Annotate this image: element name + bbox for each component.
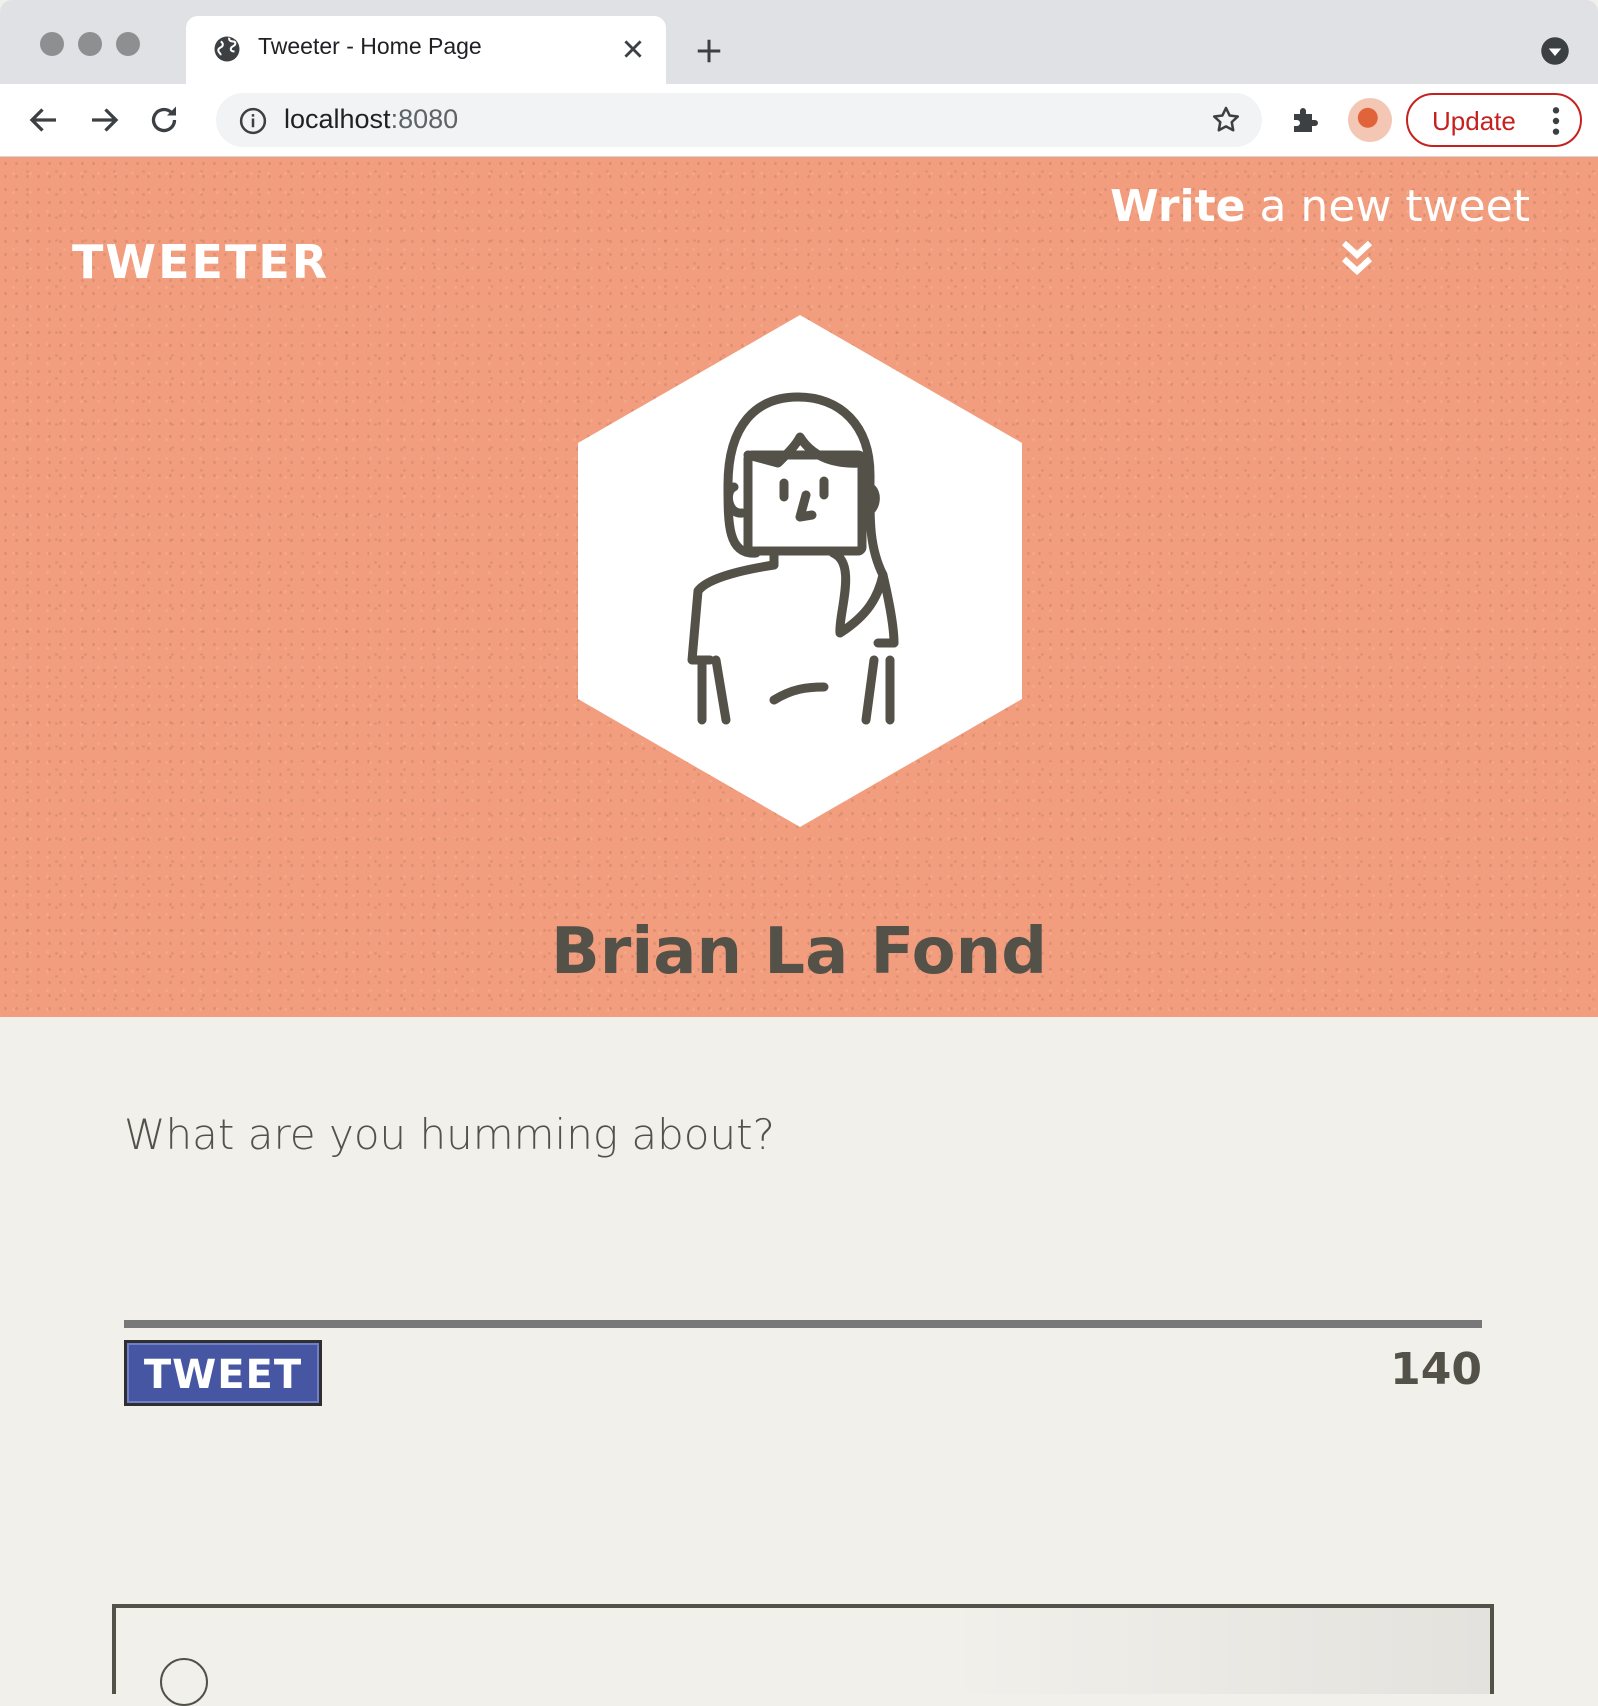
back-icon[interactable] [26,102,62,138]
globe-icon [214,36,240,62]
address-bar[interactable]: localhost:8080 [216,93,1262,147]
write-tweet-toggle[interactable]: Write a new tweet [1110,181,1530,281]
window-minimize-dot[interactable] [78,32,102,56]
tab-menu-icon[interactable] [1540,36,1570,66]
forward-icon[interactable] [86,102,122,138]
tweet-button[interactable]: TWEET [124,1340,322,1406]
tweet-card [112,1604,1494,1706]
composer-divider [124,1320,1482,1328]
browser-tab-bar: Tweeter - Home Page [0,0,1598,84]
write-tweet-label: Write a new tweet [1110,181,1530,232]
browser-tab-active[interactable]: Tweeter - Home Page [186,16,666,84]
write-strong: Write [1110,181,1246,232]
browser-toolbar: localhost:8080 Update [0,84,1598,157]
avatar-hexagon [578,315,1022,827]
user-avatar [578,315,1022,827]
url-text[interactable]: localhost:8080 [284,104,458,135]
profile-avatar[interactable] [1348,98,1392,142]
site-logo[interactable]: TWEETER [72,235,329,289]
puzzle-icon[interactable] [1288,102,1324,138]
char-counter: 140 [1390,1344,1482,1395]
plus-icon[interactable] [694,36,724,66]
window-close-dot[interactable] [40,32,64,56]
profile-header: TWEETER Write a new tweet Brian La Fond [0,157,1598,1017]
update-button[interactable]: Update [1406,93,1582,147]
close-icon[interactable] [620,36,646,62]
write-rest: a new tweet [1245,181,1530,232]
tab-title: Tweeter - Home Page [258,33,482,59]
tweet-textarea[interactable] [124,1110,1482,1310]
user-name: Brian La Fond [550,915,1048,989]
reload-icon[interactable] [146,102,182,138]
tweet-avatar [160,1658,208,1706]
window-zoom-dot[interactable] [116,32,140,56]
url-host: localhost [284,104,391,134]
double-chevron-down-icon[interactable] [1340,239,1374,279]
info-icon[interactable] [238,106,268,136]
update-label: Update [1432,106,1516,136]
url-port: :8080 [390,104,459,134]
more-vert-icon[interactable] [1548,105,1564,137]
star-icon[interactable] [1210,104,1242,136]
